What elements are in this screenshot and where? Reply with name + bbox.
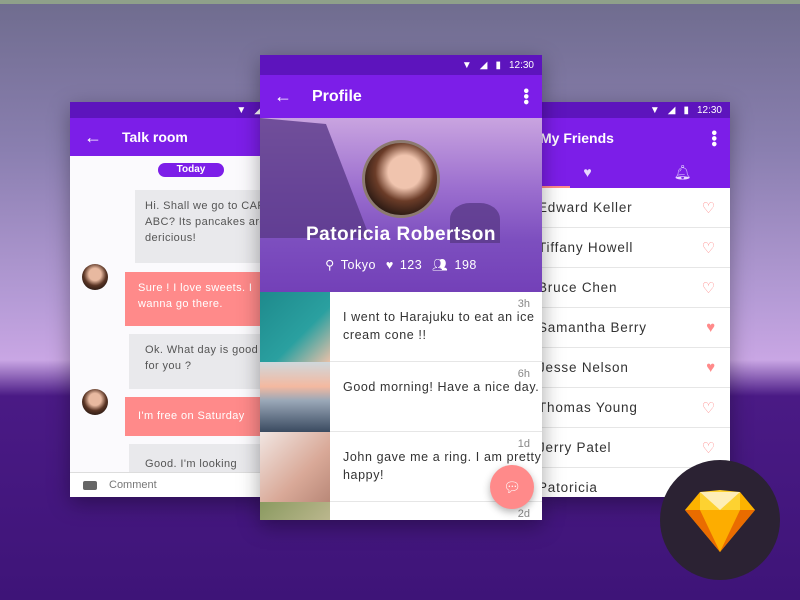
friend-item[interactable]: Samantha Berry ♥ (540, 308, 730, 348)
heart-icon: ♥ (583, 164, 592, 180)
friends-count: 198 (454, 258, 477, 272)
page-title: Talk room (122, 129, 188, 145)
friend-name: Bruce Chen (540, 280, 618, 295)
top-edge (0, 0, 800, 4)
battery-icon: ▮ (495, 59, 501, 71)
back-arrow-icon[interactable]: ← (84, 127, 102, 148)
talk-room-screen: ▼ ◢ ← Talk room Today Hi. Shall we go to C… (70, 102, 270, 497)
status-bar: ▼ ◢ (70, 102, 270, 118)
tab-indicator (540, 186, 570, 188)
friend-item[interactable]: Tiffany Howell ♡ (540, 228, 730, 268)
app-bar: ← Profile ••• (260, 75, 542, 118)
wifi-icon: ▼ (461, 59, 472, 71)
clock: 12:30 (696, 104, 722, 116)
profile-name: Patoricia Robertson (305, 224, 497, 245)
post-time: 6h (517, 368, 530, 380)
friends-list: Edward Keller ♡ Tiffany Howell ♡ Bruce Chen ♡… (540, 188, 730, 497)
location: Tokyo (340, 258, 376, 272)
post-time: 3h (517, 298, 530, 310)
status-bar: ▼ ◢ ▮ 12:30 (260, 55, 542, 75)
battery-icon: ▮ (683, 104, 689, 116)
friend-name: Edward Keller (540, 200, 633, 215)
friend-item[interactable]: Edward Keller ♡ (540, 188, 730, 228)
message-bubble: I'm free on Saturday (125, 397, 270, 436)
message-bubble: Sure ! I love sweets. I wanna go there. (125, 272, 270, 326)
profile-avatar[interactable] (362, 140, 440, 218)
date-chip: Today (158, 163, 224, 177)
app-bar: ← Talk room (70, 118, 270, 156)
signal-icon: ◢ (667, 104, 676, 116)
more-icon[interactable]: ••• (517, 88, 534, 105)
keyboard-icon[interactable] (83, 480, 97, 490)
post-text: Good morning! Have a nice day. (343, 380, 540, 394)
signal-icon: ◢ (479, 59, 488, 71)
status-bar: ▼ ◢ ▮ 12:30 (540, 102, 730, 118)
chat-icon: 💬︎ (503, 479, 521, 495)
heart-outline-icon[interactable]: ♡ (702, 399, 716, 417)
heart-outline-icon[interactable]: ♡ (702, 239, 716, 257)
post-thumbnail (260, 432, 330, 502)
page-title: My Friends (540, 130, 614, 146)
clock: 12:30 (508, 59, 534, 71)
comment-bar[interactable]: Comment (70, 472, 270, 497)
friend-name: Samantha Berry (540, 320, 647, 335)
friend-name: Jesse Nelson (540, 360, 629, 375)
avatar[interactable] (82, 389, 108, 415)
message-bubble: Hi. Shall we go to CAFE ABC? Its pancake… (135, 190, 270, 263)
chat-fab-button[interactable]: 💬︎ (490, 465, 534, 509)
post-text (330, 502, 343, 520)
app-bar: My Friends ••• (540, 118, 730, 158)
post-item[interactable]: I went to Harajuku to eat an ice cream c… (260, 292, 542, 362)
diamond-icon (685, 490, 755, 552)
post-thumbnail (260, 362, 330, 432)
profile-stats: ⚲ Tokyo ♥ 123 👥︎ 198 (260, 257, 542, 273)
post-thumbnail (260, 292, 330, 362)
friend-name: Patoricia (540, 480, 598, 495)
comment-input[interactable]: Comment (109, 479, 157, 491)
post-time: 2d (517, 508, 530, 520)
back-arrow-icon[interactable]: ← (274, 86, 292, 107)
post-text: I went to Harajuku to eat an ice cream c… (343, 310, 535, 342)
tab-bar: ♥ 🔔︎ (540, 158, 730, 188)
message-bubble: Ok. What day is good for you ? (129, 334, 270, 389)
sketch-logo (660, 460, 780, 580)
wifi-icon: ▼ (649, 104, 660, 116)
post-time: 1d (517, 438, 530, 450)
avatar[interactable] (82, 264, 108, 290)
profile-header: Patoricia Robertson ⚲ Tokyo ♥ 123 👥︎ 198 (260, 118, 542, 292)
heart-icon: ♥ (385, 258, 394, 272)
more-icon[interactable]: ••• (705, 130, 722, 147)
bell-icon: 🔔︎ (673, 164, 692, 180)
page-title: Profile (312, 87, 362, 105)
wifi-icon: ▼ (236, 104, 247, 116)
people-icon: 👥︎ (432, 258, 449, 272)
location-icon: ⚲ (325, 258, 335, 272)
heart-filled-icon[interactable]: ♥ (706, 359, 716, 376)
heart-outline-icon[interactable]: ♡ (702, 439, 716, 457)
friends-screen: ▼ ◢ ▮ 12:30 My Friends ••• ♥ 🔔︎ Edward Keller… (540, 102, 730, 497)
post-thumbnail (260, 502, 330, 520)
friend-name: Tiffany Howell (540, 240, 634, 255)
friend-name: Jerry Patel (540, 440, 612, 455)
post-item[interactable]: Good morning! Have a nice day. 6h (260, 362, 542, 432)
friend-item[interactable]: Bruce Chen ♡ (540, 268, 730, 308)
friend-name: Thomas Young (540, 400, 638, 415)
likes-count: 123 (399, 258, 423, 272)
profile-screen: ▼ ◢ ▮ 12:30 ← Profile ••• Patoricia Robertson… (260, 55, 542, 520)
heart-filled-icon[interactable]: ♥ (706, 319, 716, 336)
heart-outline-icon[interactable]: ♡ (702, 199, 716, 217)
heart-outline-icon[interactable]: ♡ (702, 279, 716, 297)
friend-item[interactable]: Thomas Young ♡ (540, 388, 730, 428)
tab-favorites[interactable]: ♥ (540, 158, 635, 188)
tab-notifications[interactable]: 🔔︎ (635, 158, 730, 188)
friend-item[interactable]: Jesse Nelson ♥ (540, 348, 730, 388)
cover-image (260, 118, 370, 238)
